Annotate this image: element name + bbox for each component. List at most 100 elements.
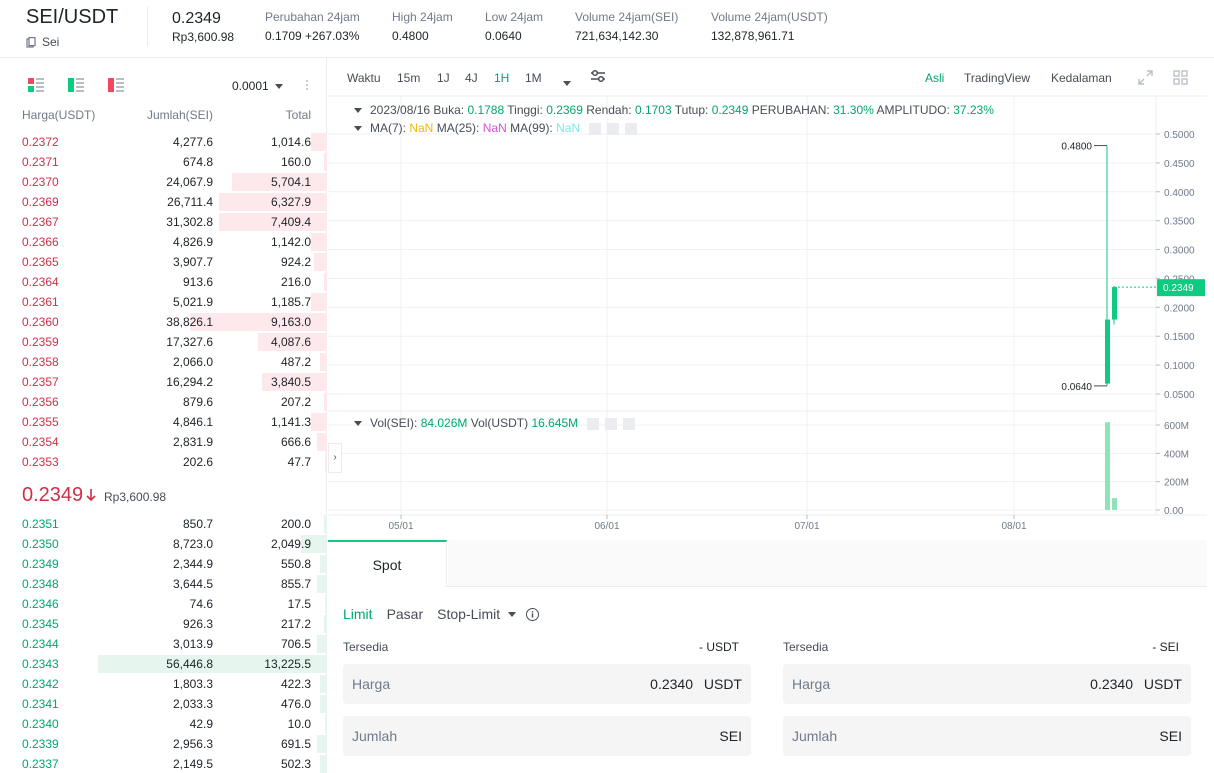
ask-row[interactable]: 0.2366 4,826.9 1,142.0 bbox=[0, 232, 327, 252]
precision-select[interactable]: 0.0001 bbox=[232, 79, 283, 93]
bid-row[interactable]: 0.2350 8,723.0 2,049.9 bbox=[0, 534, 327, 554]
ask-row[interactable]: 0.2365 3,907.7 924.2 bbox=[0, 252, 327, 272]
chevron-down-icon bbox=[274, 83, 283, 89]
ask-row[interactable]: 0.2360 38,826.1 9,163.0 bbox=[0, 312, 327, 332]
order-type-stop-limit[interactable]: Stop-Limit bbox=[437, 606, 500, 622]
collapse-triangle-icon[interactable] bbox=[354, 126, 362, 132]
bid-row[interactable]: 0.2346 74.6 17.5 bbox=[0, 594, 327, 614]
buy-amount-input[interactable]: Jumlah SEI bbox=[343, 716, 751, 756]
ask-row[interactable]: 0.2355 4,846.1 1,141.3 bbox=[0, 412, 327, 432]
cell-price: 0.2355 bbox=[22, 415, 59, 429]
cell-price: 0.2350 bbox=[22, 537, 59, 551]
bid-row[interactable]: 0.2348 3,644.5 855.7 bbox=[0, 574, 327, 594]
ask-row[interactable]: 0.2364 913.6 216.0 bbox=[0, 272, 327, 292]
stat-high-24h: High 24jam 0.4800 bbox=[392, 10, 453, 43]
cell-price: 0.2337 bbox=[22, 757, 59, 771]
price-tick-label: 0.1000 bbox=[1164, 361, 1195, 372]
high-annotation: 0.4800 bbox=[1061, 142, 1092, 153]
cell-total: 160.0 bbox=[280, 155, 311, 169]
trade-panel: Spot Limit Pasar Stop-Limit Tersedia - U… bbox=[328, 540, 1207, 773]
tab-spot[interactable]: Spot bbox=[328, 540, 447, 587]
cell-total: 7,409.4 bbox=[270, 215, 311, 229]
coin-name-link[interactable]: Sei bbox=[42, 35, 59, 49]
chevron-right-icon[interactable]: › bbox=[328, 443, 342, 473]
cell-price: 0.2372 bbox=[22, 135, 59, 149]
price-tick-label: 0.4500 bbox=[1164, 159, 1195, 170]
cell-price: 0.2341 bbox=[22, 697, 59, 711]
cell-amount: 913.6 bbox=[182, 275, 213, 289]
orderbook-bids-icon[interactable] bbox=[68, 78, 84, 92]
buy-price-input[interactable]: Harga 0.2340 USDT bbox=[343, 664, 751, 704]
cell-amount: 879.6 bbox=[182, 395, 213, 409]
bid-row[interactable]: 0.2349 2,344.9 550.8 bbox=[0, 554, 327, 574]
cell-amount: 16,294.2 bbox=[166, 375, 213, 389]
bid-row[interactable]: 0.2345 926.3 217.2 bbox=[0, 614, 327, 634]
bid-row[interactable]: 0.2337 2,149.5 502.3 bbox=[0, 754, 327, 773]
cell-amount: 1,803.3 bbox=[172, 677, 213, 691]
ask-row[interactable]: 0.2359 17,327.6 4,087.6 bbox=[0, 332, 327, 352]
stat-volume-sei: Volume 24jam(SEI) 721,634,142.30 bbox=[575, 10, 679, 43]
depth-bar bbox=[325, 453, 327, 471]
settings-icon[interactable] bbox=[607, 122, 620, 135]
more-dots-icon[interactable] bbox=[305, 78, 309, 92]
cell-total: 6,327.9 bbox=[270, 195, 311, 209]
cell-price: 0.2358 bbox=[22, 355, 59, 369]
ask-row[interactable]: 0.2353 202.6 47.7 bbox=[0, 452, 327, 472]
chevron-down-icon[interactable] bbox=[508, 611, 517, 617]
cell-amount: 3,013.9 bbox=[172, 637, 213, 651]
cell-total: 1,141.3 bbox=[270, 415, 311, 429]
bid-row[interactable]: 0.2341 2,033.3 476.0 bbox=[0, 694, 327, 714]
bid-row[interactable]: 0.2351 850.7 200.0 bbox=[0, 514, 327, 534]
stat-volume-usdt: Volume 24jam(USDT) 132,878,961.71 bbox=[711, 10, 828, 43]
depth-bar bbox=[320, 755, 327, 773]
depth-bar bbox=[311, 413, 327, 431]
bid-row[interactable]: 0.2342 1,803.3 422.3 bbox=[0, 674, 327, 694]
ma-legend: MA(7): NaN MA(25): NaN MA(99): NaN bbox=[354, 121, 638, 135]
document-icon bbox=[26, 37, 36, 48]
depth-bar bbox=[324, 615, 327, 633]
cell-total: 9,163.0 bbox=[270, 315, 311, 329]
ask-row[interactable]: 0.2372 4,277.6 1,014.6 bbox=[0, 132, 327, 152]
ask-row[interactable]: 0.2369 26,711.4 6,327.9 bbox=[0, 192, 327, 212]
cell-amount: 24,067.9 bbox=[166, 175, 213, 189]
eye-icon[interactable] bbox=[589, 122, 602, 135]
orderbook-asks-icon[interactable] bbox=[108, 78, 124, 92]
bid-row[interactable]: 0.2343 56,446.8 13,225.5 bbox=[0, 654, 327, 674]
cell-total: 487.2 bbox=[280, 355, 311, 369]
ask-row[interactable]: 0.2370 24,067.9 5,704.1 bbox=[0, 172, 327, 192]
x-tick-label: 07/01 bbox=[794, 521, 819, 532]
info-icon[interactable] bbox=[526, 607, 540, 621]
cell-total: 200.0 bbox=[280, 517, 311, 531]
cell-amount: 4,846.1 bbox=[172, 415, 213, 429]
orderbook-both-icon[interactable] bbox=[28, 78, 44, 92]
cell-total: 1,142.0 bbox=[270, 235, 311, 249]
ask-row[interactable]: 0.2361 5,021.9 1,185.7 bbox=[0, 292, 327, 312]
eye-icon[interactable] bbox=[587, 417, 600, 430]
depth-bar bbox=[324, 515, 327, 533]
ask-row[interactable]: 0.2371 674.8 160.0 bbox=[0, 152, 327, 172]
cell-total: 47.7 bbox=[287, 455, 311, 469]
ask-row[interactable]: 0.2358 2,066.0 487.2 bbox=[0, 352, 327, 372]
cell-total: 216.0 bbox=[280, 275, 311, 289]
pair-block[interactable]: SEI/USDT Sei bbox=[26, 6, 118, 49]
bid-row[interactable]: 0.2340 42.9 10.0 bbox=[0, 714, 327, 734]
sell-price-input[interactable]: Harga 0.2340 USDT bbox=[783, 664, 1191, 704]
close-icon[interactable] bbox=[625, 122, 638, 135]
close-icon[interactable] bbox=[623, 417, 636, 430]
settings-icon[interactable] bbox=[605, 417, 618, 430]
ask-row[interactable]: 0.2367 31,302.8 7,409.4 bbox=[0, 212, 327, 232]
bid-row[interactable]: 0.2339 2,956.3 691.5 bbox=[0, 734, 327, 754]
cell-amount: 56,446.8 bbox=[166, 657, 213, 671]
ask-row[interactable]: 0.2357 16,294.2 3,840.5 bbox=[0, 372, 327, 392]
collapse-triangle-icon[interactable] bbox=[354, 421, 362, 427]
ask-row[interactable]: 0.2354 2,831.9 666.6 bbox=[0, 432, 327, 452]
sell-amount-input[interactable]: Jumlah SEI bbox=[783, 716, 1191, 756]
bid-row[interactable]: 0.2344 3,013.9 706.5 bbox=[0, 634, 327, 654]
page-scrollbar[interactable] bbox=[1207, 58, 1214, 773]
cell-price: 0.2357 bbox=[22, 375, 59, 389]
collapse-triangle-icon[interactable] bbox=[354, 108, 362, 114]
order-type-market[interactable]: Pasar bbox=[387, 606, 424, 622]
ask-row[interactable]: 0.2356 879.6 207.2 bbox=[0, 392, 327, 412]
cell-amount: 2,956.3 bbox=[172, 737, 213, 751]
order-type-limit[interactable]: Limit bbox=[343, 606, 373, 622]
